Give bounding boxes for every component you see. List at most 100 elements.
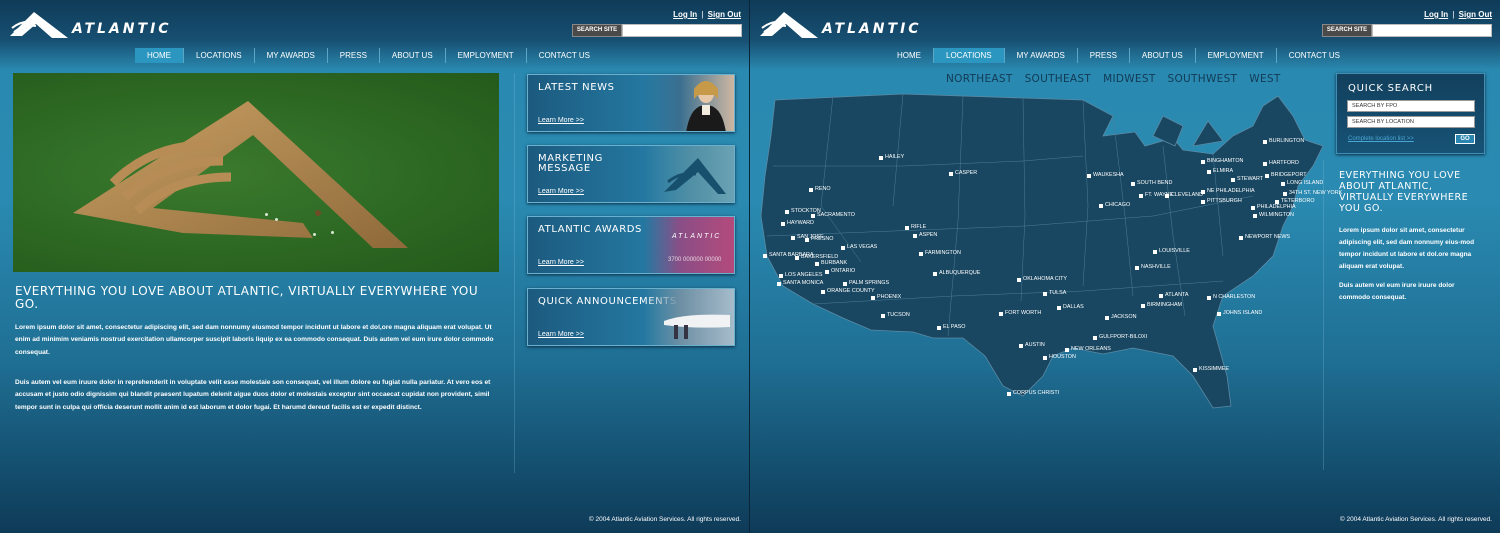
nav-locations[interactable]: LOCATIONS [934,48,1005,63]
city-label[interactable]: FRESNO [811,236,833,242]
city-marker[interactable] [1217,312,1221,316]
city-label[interactable]: WAUKESHA [1093,172,1124,178]
city-marker[interactable] [1283,192,1287,196]
marketing-learn-more-link[interactable]: Learn More >> [538,188,584,195]
city-marker[interactable] [843,282,847,286]
region-midwest[interactable]: MIDWEST [1103,73,1155,85]
city-label[interactable]: CORPUS CHRISTI [1013,390,1059,396]
nav-my-awards[interactable]: MY AWARDS [255,48,328,63]
city-marker[interactable] [1251,206,1255,210]
go-button[interactable]: GO [1455,134,1475,144]
city-label[interactable]: EL PASO [943,324,965,330]
city-marker[interactable] [1087,174,1091,178]
city-marker[interactable] [777,282,781,286]
region-southeast[interactable]: SOUTHEAST [1025,73,1092,85]
city-marker[interactable] [791,236,795,240]
city-marker[interactable] [937,326,941,330]
city-label[interactable]: DALLAS [1063,304,1084,310]
city-marker[interactable] [779,274,783,278]
city-marker[interactable] [1201,160,1205,164]
region-west[interactable]: WEST [1249,73,1280,85]
atlantic-logo[interactable]: ATLANTIC [758,8,928,44]
latest-news-learn-more-link[interactable]: Learn More >> [538,117,584,124]
city-label[interactable]: BIRMINGHAM [1147,302,1182,308]
city-marker[interactable] [781,222,785,226]
city-label[interactable]: WILMINGTON [1259,212,1294,218]
city-marker[interactable] [879,156,883,160]
city-label[interactable]: HAYWARD [787,220,814,226]
city-marker[interactable] [1099,204,1103,208]
city-marker[interactable] [1017,278,1021,282]
city-label[interactable]: KISSIMMEE [1199,366,1229,372]
city-label[interactable]: PALM SPRINGS [849,280,889,286]
city-label[interactable]: SANTA MONICA [783,280,823,286]
city-marker[interactable] [821,290,825,294]
city-label[interactable]: PHILADELPHIA [1257,204,1296,210]
nav-employment[interactable]: EMPLOYMENT [1196,48,1277,63]
us-locations-map[interactable]: BURLINGTON HARTFORD BINGHAMTON ELMIRA STEWAR… [753,86,1342,416]
city-marker[interactable] [841,246,845,250]
nav-home[interactable]: HOME [135,48,184,63]
city-label[interactable]: GULFPORT-BILOXI [1099,334,1147,340]
marketing-message-card[interactable]: MARKETING MESSAGE Learn More >> [527,145,735,203]
latest-news-card[interactable]: LATEST NEWS Learn More >> [527,74,735,132]
city-marker[interactable] [815,262,819,266]
city-marker[interactable] [919,252,923,256]
city-marker[interactable] [1043,292,1047,296]
city-marker[interactable] [1141,304,1145,308]
city-label[interactable]: LOS ANGELES [785,272,822,278]
city-label[interactable]: ALBUQUERQUE [939,270,980,276]
city-label[interactable]: SANTA BARBARA [769,252,814,258]
city-marker[interactable] [805,238,809,242]
search-site-input[interactable] [1372,24,1492,37]
city-marker[interactable] [785,210,789,214]
city-label[interactable]: FT. WAYNE [1145,192,1173,198]
city-marker[interactable] [1207,170,1211,174]
city-marker[interactable] [1043,356,1047,360]
city-label[interactable]: STEWART [1237,176,1263,182]
city-label[interactable]: PHOENIX [877,294,901,300]
nav-my-awards[interactable]: MY AWARDS [1005,48,1078,63]
city-marker[interactable] [825,270,829,274]
city-marker[interactable] [1019,344,1023,348]
city-label[interactable]: ORANGE COUNTY [827,288,875,294]
city-label[interactable]: TULSA [1049,290,1066,296]
login-link[interactable]: Log In [673,10,697,19]
city-marker[interactable] [1159,294,1163,298]
city-label[interactable]: ELMIRA [1213,168,1233,174]
city-label[interactable]: LONG ISLAND [1287,180,1323,186]
search-by-location-input[interactable]: SEARCH BY LOCATION [1347,116,1475,128]
city-marker[interactable] [999,312,1003,316]
signout-link[interactable]: Sign Out [708,10,741,19]
city-label[interactable]: BURLINGTON [1269,138,1304,144]
atlantic-awards-card[interactable]: ATLANTIC AWARDS ATLANTIC 3700 000000 000… [527,216,735,274]
city-marker[interactable] [949,172,953,176]
city-label[interactable]: JOHNS ISLAND [1223,310,1262,316]
city-marker[interactable] [1201,200,1205,204]
search-site-button[interactable]: SEARCH SITE [572,24,622,37]
city-marker[interactable] [1139,194,1143,198]
region-southwest[interactable]: SOUTHWEST [1168,73,1238,85]
city-label[interactable]: TUCSON [887,312,910,318]
city-marker[interactable] [809,188,813,192]
city-marker[interactable] [933,272,937,276]
city-label[interactable]: PITTSBURGH [1207,198,1242,204]
city-label[interactable]: JACKSON [1111,314,1136,320]
city-marker[interactable] [1007,392,1011,396]
city-marker[interactable] [1263,140,1267,144]
city-label[interactable]: NASHVILLE [1141,264,1171,270]
city-marker[interactable] [1093,336,1097,340]
atlantic-logo[interactable]: ATLANTIC [8,8,178,44]
announcements-learn-more-link[interactable]: Learn More >> [538,331,584,338]
city-marker[interactable] [871,296,875,300]
city-label[interactable]: FARMINGTON [925,250,961,256]
city-marker[interactable] [811,214,815,218]
nav-contact-us[interactable]: CONTACT US [1277,48,1352,63]
city-label[interactable]: CLEVELAND [1171,192,1203,198]
city-marker[interactable] [1239,236,1243,240]
city-label[interactable]: N CHARLESTON [1213,294,1255,300]
city-label[interactable]: LAS VEGAS [847,244,877,250]
city-marker[interactable] [1263,162,1267,166]
complete-location-list-link[interactable]: Complete location list >> [1348,136,1414,142]
region-northeast[interactable]: NORTHEAST [946,73,1013,85]
